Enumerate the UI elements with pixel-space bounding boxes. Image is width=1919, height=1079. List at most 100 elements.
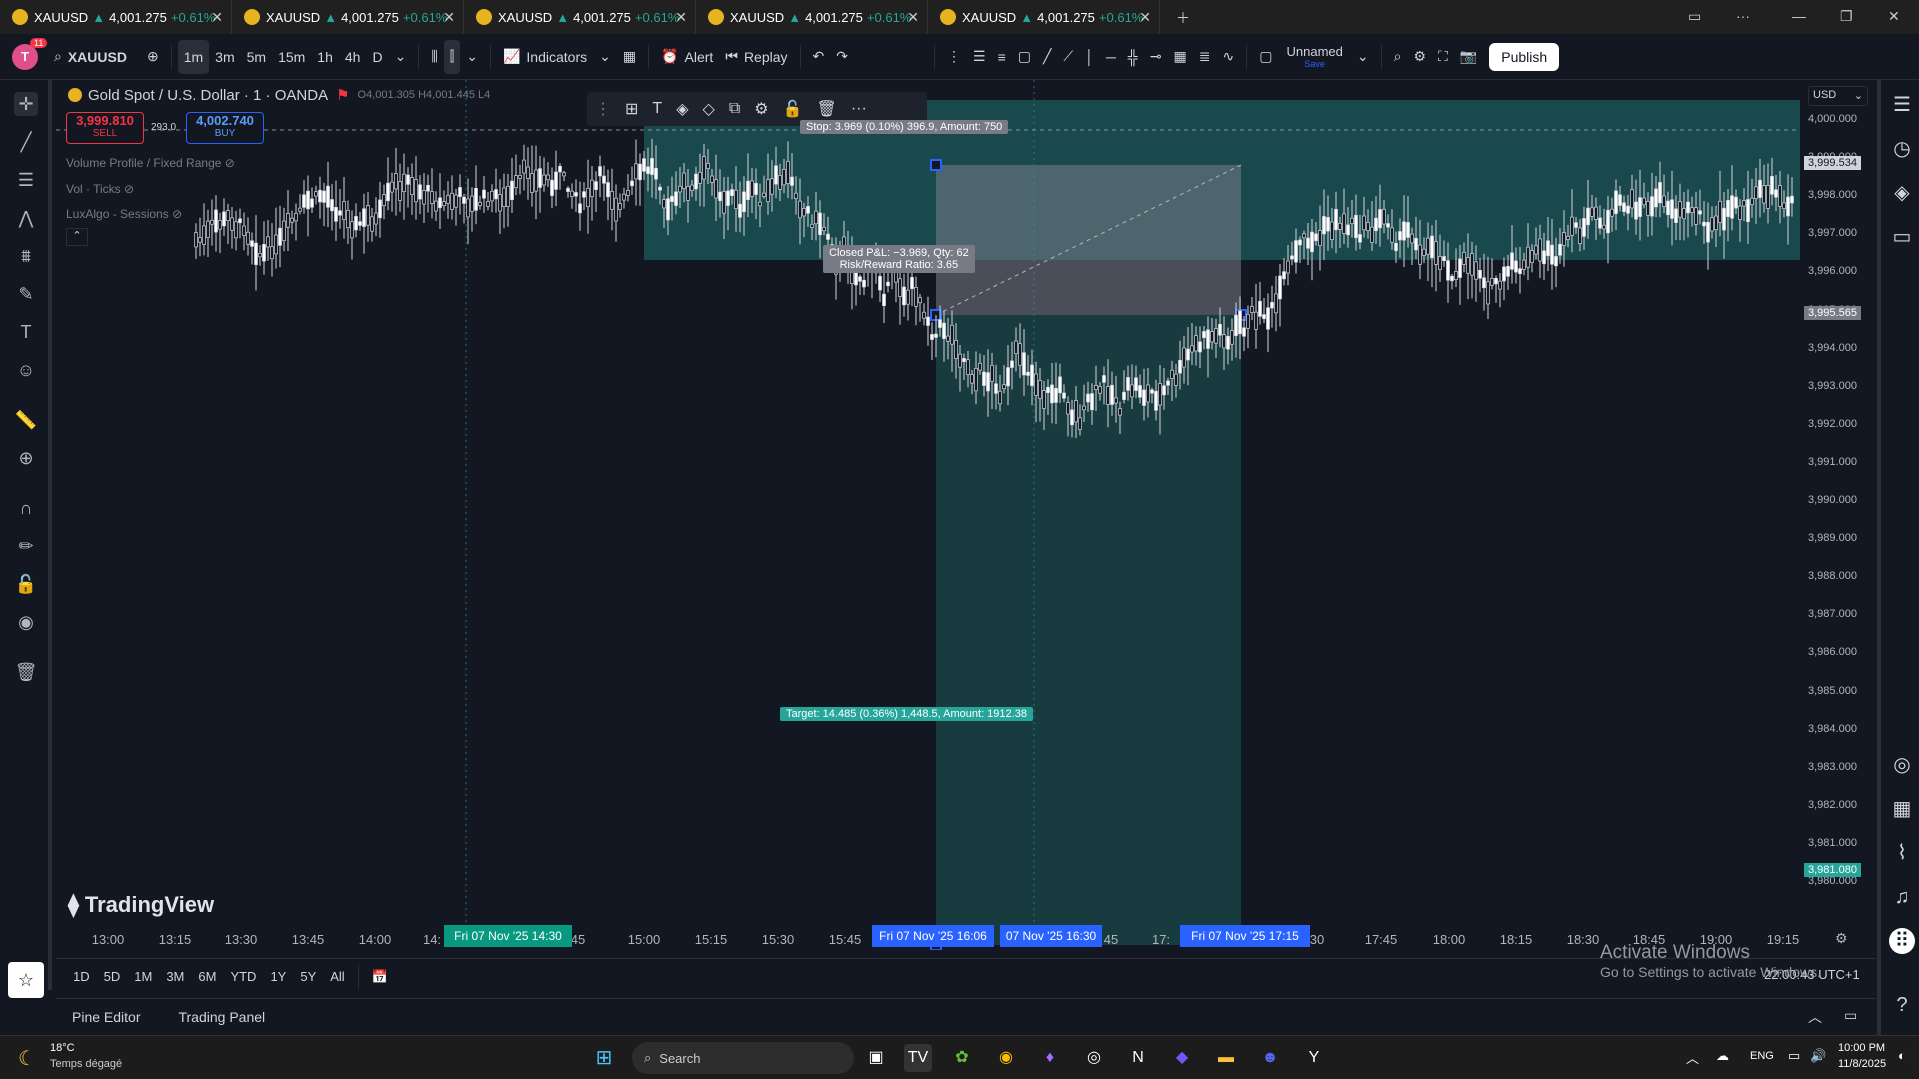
copilot-icon[interactable]: ✿ <box>948 1044 976 1072</box>
yandex-icon[interactable]: Y <box>1300 1044 1328 1072</box>
chevron-down-icon[interactable]: ⌄ <box>1351 40 1375 74</box>
sell-button[interactable]: 3,999.810 SELL <box>66 112 144 144</box>
file-explorer-icon[interactable]: ▬ <box>1212 1044 1240 1072</box>
interval-5m[interactable]: 5m <box>241 40 272 74</box>
indicators-button[interactable]: 📈 Indicators <box>497 40 593 74</box>
range-ytd[interactable]: YTD <box>223 969 263 984</box>
more-icon[interactable]: ··· <box>1736 8 1750 24</box>
range-6m[interactable]: 6M <box>191 969 223 984</box>
taskbar-date[interactable]: 11/8/2025 <box>1838 1058 1886 1070</box>
candle-chart-type-icon[interactable]: ⫿ <box>443 39 461 74</box>
rss-icon[interactable]: ⌇ <box>1889 840 1915 866</box>
drag-handle-icon[interactable]: ⋮ <box>941 40 967 74</box>
emoji-icon[interactable]: ☺ <box>14 358 38 382</box>
brush-icon[interactable]: ✎ <box>14 282 38 306</box>
layout-name-button[interactable]: Unnamed Save <box>1286 44 1342 69</box>
browser-tab[interactable]: XAUUSD ▲ 4,001.275 +0.61% ✕ <box>232 0 464 34</box>
lock-icon[interactable]: 🔓 <box>783 99 803 119</box>
close-icon[interactable]: ✕ <box>907 9 919 26</box>
obs-icon[interactable]: ◎ <box>1080 1044 1108 1072</box>
interval-1m[interactable]: 1m <box>177 39 210 74</box>
alert-button[interactable]: ⏰ Alert <box>655 40 719 74</box>
grid-icon[interactable]: ▦ <box>1168 40 1193 74</box>
lock-pencil-icon[interactable]: ✏ <box>14 534 38 558</box>
chevron-down-icon[interactable]: ⌄ <box>460 40 484 74</box>
elliott-wave-icon[interactable]: ∿ <box>1217 40 1241 74</box>
taskbar-time[interactable]: 10:00 PM <box>1838 1042 1885 1054</box>
interval-3m[interactable]: 3m <box>209 40 240 74</box>
camera-icon[interactable]: 📷 <box>1454 40 1483 74</box>
ray-tool-icon[interactable]: ⟋ <box>1057 40 1079 74</box>
cross-line-icon[interactable]: ╬ <box>1122 40 1144 74</box>
minimize-icon[interactable]: — <box>1792 8 1806 24</box>
cast-icon[interactable]: ▭ <box>1688 8 1701 25</box>
interval-4h[interactable]: 4h <box>339 40 367 74</box>
eye-hidden-icon[interactable]: ⊘ <box>225 156 235 170</box>
notification-icon[interactable]: ◐ <box>1898 1048 1906 1063</box>
text-icon[interactable]: T <box>14 320 38 344</box>
tab-pine-editor[interactable]: Pine Editor <box>72 1009 140 1025</box>
notion-icon[interactable]: N <box>1124 1044 1152 1072</box>
fib-tool-icon[interactable]: ☰ <box>967 40 992 74</box>
chevron-down-icon[interactable]: ⌄ <box>593 40 617 74</box>
chart-canvas[interactable]: Gold Spot / U.S. Dollar · 1 · OANDA ⚑ O4… <box>56 80 1804 950</box>
eye-icon[interactable]: ◉ <box>14 610 38 634</box>
template-icon[interactable]: ⊞ <box>625 99 638 119</box>
app-diamond-icon[interactable]: ◆ <box>1168 1044 1196 1072</box>
apps-grid-icon[interactable]: ⠿ <box>1889 928 1915 954</box>
bar-chart-type-icon[interactable]: ⫼ <box>425 40 443 74</box>
fullscreen-icon[interactable]: ⛶ <box>1432 40 1454 74</box>
layers-icon[interactable]: ◈ <box>1889 180 1915 206</box>
replay-button[interactable]: ⏮ Replay <box>719 40 793 74</box>
rectangle-tool-icon[interactable]: ▢ <box>1012 40 1037 74</box>
lock-icon[interactable]: 🔓 <box>14 572 38 596</box>
indicator-vol-ticks[interactable]: Vol · Ticks ⊘ <box>66 182 134 196</box>
trendline-tool-icon[interactable]: ╱ <box>1037 40 1057 74</box>
weather-moon-icon[interactable]: ☾ <box>18 1046 36 1071</box>
collapse-legend-button[interactable]: ⌃ <box>66 228 88 246</box>
volume-icon[interactable]: 🔊 <box>1810 1048 1826 1064</box>
indicator-volume-profile[interactable]: Volume Profile / Fixed Range ⊘ <box>66 156 235 170</box>
projection-icon[interactable]: ⩩ <box>14 244 38 268</box>
redo-icon[interactable]: ↷ <box>830 40 854 74</box>
bell-icon[interactable]: ♫ <box>1889 884 1915 910</box>
discord-icon[interactable]: ☻ <box>1256 1044 1284 1072</box>
layout-icon[interactable]: ▢ <box>1253 40 1278 74</box>
range-1m[interactable]: 1M <box>127 969 159 984</box>
trash-icon[interactable]: 🗑 <box>14 660 38 684</box>
eye-hidden-icon[interactable]: ⊘ <box>124 182 134 196</box>
indicator-luxalgo-sessions[interactable]: LuxAlgo - Sessions ⊘ <box>66 207 182 221</box>
range-1d[interactable]: 1D <box>66 969 97 984</box>
pitchfork-tool-icon[interactable]: ≡ <box>992 40 1012 74</box>
alerts-clock-icon[interactable]: ◷ <box>1889 136 1915 162</box>
utc-clock[interactable]: 22:00:43 UTC+1 <box>1764 967 1860 982</box>
trendline-icon[interactable]: ╱ <box>14 130 38 154</box>
windows-start-icon[interactable]: ⊞ <box>590 1044 618 1072</box>
goto-date-icon[interactable]: 📅 <box>365 969 395 985</box>
fill-color-icon[interactable]: ◈ <box>676 99 688 119</box>
calendar-icon[interactable]: ▦ <box>1889 796 1915 822</box>
axis-settings-icon[interactable]: ⚙ <box>1835 930 1848 947</box>
symbol-title[interactable]: Gold Spot / U.S. Dollar · 1 · OANDA <box>88 87 328 104</box>
favorites-star-icon[interactable]: ☆ <box>8 962 44 998</box>
chevron-up-icon[interactable]: ︿ <box>1686 1048 1699 1067</box>
network-icon[interactable]: ▭ <box>1788 1048 1800 1064</box>
publish-button[interactable]: Publish <box>1489 42 1560 71</box>
interval-15m[interactable]: 15m <box>272 40 311 74</box>
ruler-icon[interactable]: 📏 <box>14 408 38 432</box>
pattern-icon[interactable]: ⋀ <box>14 206 38 230</box>
horizontal-line-icon[interactable]: ─ <box>1100 40 1122 74</box>
price-axis[interactable]: USD⌄ 4,000.0003,999.0003,998.0003,997.00… <box>1800 80 1876 950</box>
more-icon[interactable]: ··· <box>851 100 867 118</box>
maximize-icon[interactable]: ❐ <box>1840 8 1853 25</box>
close-icon[interactable]: ✕ <box>1139 9 1151 26</box>
eye-hidden-icon[interactable]: ⊘ <box>172 207 182 221</box>
watchlist-icon[interactable]: ☰ <box>1889 92 1915 118</box>
maximize-panel-icon[interactable]: ▭ <box>1844 1007 1857 1024</box>
browser-tab[interactable]: XAUUSD ▲ 4,001.275 +0.61% ✕ <box>464 0 696 34</box>
gann-fan-icon[interactable]: ≣ <box>1193 40 1217 74</box>
vertical-line-icon[interactable]: │ <box>1079 40 1100 74</box>
browser-tab[interactable]: XAUUSD ▲ 4,001.275 +0.61% ✕ <box>928 0 1160 34</box>
range-1y[interactable]: 1Y <box>263 969 293 984</box>
buy-button[interactable]: 4,002.740 BUY <box>186 112 264 144</box>
